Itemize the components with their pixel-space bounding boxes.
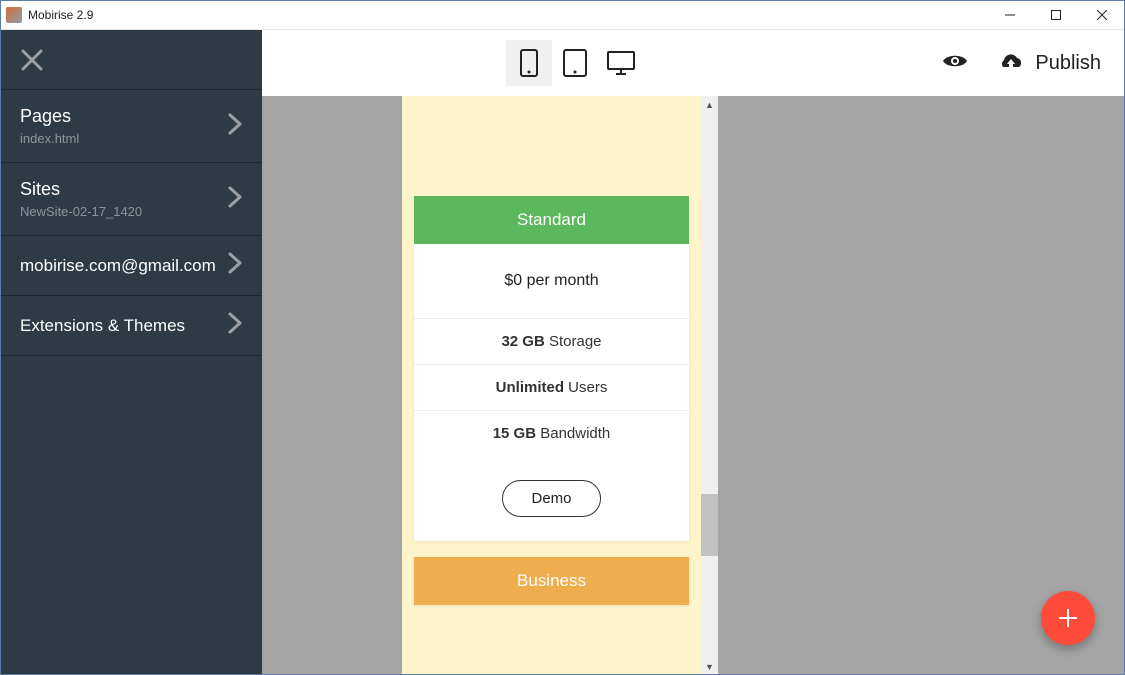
window-titlebar: Mobirise 2.9 — [0, 0, 1125, 30]
app-icon — [6, 7, 22, 23]
scroll-down-icon[interactable]: ▼ — [701, 658, 718, 675]
topbar: Publish — [262, 30, 1125, 96]
sidebar-sites-sub: NewSite-02-17_1420 — [20, 204, 142, 219]
desktop-icon — [606, 50, 636, 76]
scrollbar[interactable]: ▲ ▼ — [701, 96, 718, 675]
plus-icon — [1057, 607, 1079, 629]
window-close-button[interactable] — [1079, 0, 1125, 30]
device-tablet-button[interactable] — [552, 40, 598, 86]
sidebar-item-extensions[interactable]: Extensions & Themes — [0, 296, 262, 356]
chevron-right-icon — [228, 113, 242, 140]
preview-frame: Standard $0 per month 32 GB Storage Unli… — [402, 96, 718, 675]
chevron-right-icon — [228, 252, 242, 279]
add-block-button[interactable] — [1041, 591, 1095, 645]
mobile-icon — [519, 48, 539, 78]
pricing-feature[interactable]: 32 GB Storage — [414, 318, 689, 364]
sidebar-sites-title: Sites — [20, 179, 142, 200]
preview-button[interactable] — [941, 52, 969, 75]
pricing-feature[interactable]: Unlimited Users — [414, 364, 689, 410]
sidebar: Pages index.html Sites NewSite-02-17_142… — [0, 30, 262, 675]
sidebar-item-account[interactable]: mobirise.com@gmail.com — [0, 236, 262, 296]
canvas: Standard $0 per month 32 GB Storage Unli… — [262, 96, 1125, 675]
device-mobile-button[interactable] — [506, 40, 552, 86]
pricing-card-header[interactable]: Business — [414, 557, 689, 605]
sidebar-item-sites[interactable]: Sites NewSite-02-17_1420 — [0, 163, 262, 236]
pricing-card-price[interactable]: $0 per month — [414, 244, 689, 318]
pricing-card-header[interactable]: Standard — [414, 196, 689, 244]
sidebar-account-title: mobirise.com@gmail.com — [20, 256, 216, 276]
pricing-feature[interactable]: 15 GB Bandwidth — [414, 410, 689, 456]
scroll-thumb[interactable] — [701, 494, 718, 556]
tablet-icon — [562, 48, 588, 78]
sidebar-item-pages[interactable]: Pages index.html — [0, 90, 262, 163]
device-desktop-button[interactable] — [598, 40, 644, 86]
demo-button[interactable]: Demo — [502, 480, 600, 517]
chevron-right-icon — [228, 186, 242, 213]
publish-label: Publish — [1035, 52, 1101, 75]
chevron-right-icon — [228, 312, 242, 339]
window-maximize-button[interactable] — [1033, 0, 1079, 30]
eye-icon — [941, 52, 969, 70]
cloud-upload-icon — [997, 53, 1025, 73]
publish-button[interactable]: Publish — [997, 52, 1101, 75]
close-icon — [20, 48, 44, 72]
pricing-card-business: Business — [414, 557, 689, 605]
scroll-up-icon[interactable]: ▲ — [701, 96, 718, 113]
sidebar-extensions-title: Extensions & Themes — [20, 316, 185, 336]
sidebar-pages-title: Pages — [20, 106, 79, 127]
sidebar-pages-sub: index.html — [20, 131, 79, 146]
window-title: Mobirise 2.9 — [28, 8, 93, 22]
sidebar-close-button[interactable] — [0, 30, 262, 90]
window-minimize-button[interactable] — [987, 0, 1033, 30]
pricing-card-standard: Standard $0 per month 32 GB Storage Unli… — [414, 196, 689, 541]
